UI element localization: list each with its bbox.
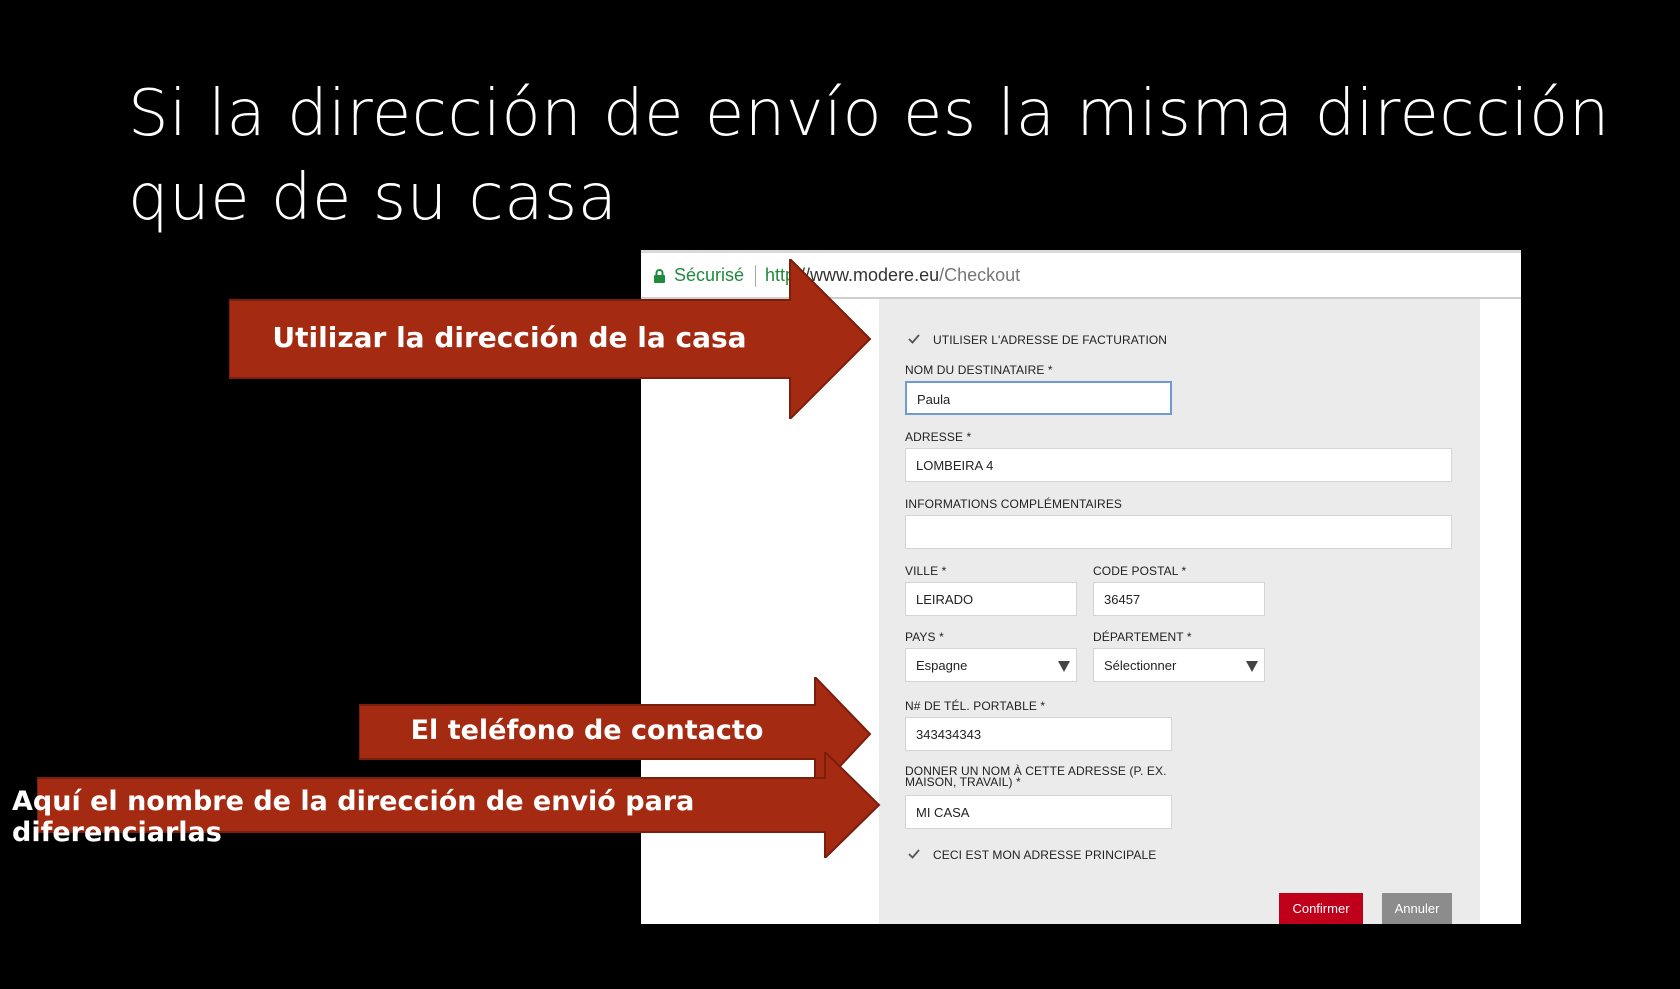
- callout-text-use-home-address: Utilizar la dirección de la casa: [272, 321, 747, 354]
- address-name-label: DONNER UN NOM À CETTE ADRESSE (P. EX. MA…: [905, 764, 1167, 789]
- zip-label: CODE POSTAL *: [1093, 564, 1187, 578]
- url-path: /Checkout: [939, 265, 1021, 285]
- callout-arrow-use-home-address: Utilizar la dirección de la casa: [229, 259, 872, 419]
- zip-input[interactable]: 36457: [1093, 582, 1265, 616]
- recipient-label: NOM DU DESTINATAIRE *: [905, 363, 1053, 377]
- department-label: DÉPARTEMENT *: [1093, 630, 1192, 644]
- checkmark-icon: [908, 849, 920, 859]
- slide-title-line-2: que de su casa: [128, 161, 618, 235]
- slide-title: Si la dirección de envío es la misma dir…: [128, 72, 1610, 240]
- recipient-input[interactable]: Paula: [905, 381, 1172, 415]
- address-name-input[interactable]: MI CASA: [905, 795, 1172, 829]
- confirm-button[interactable]: Confirmer: [1279, 893, 1363, 924]
- chevron-down-icon: [1058, 661, 1070, 672]
- checkmark-icon: [908, 334, 920, 344]
- main-address-checkbox[interactable]: [907, 847, 921, 861]
- extra-info-label: INFORMATIONS COMPLÉMENTAIRES: [905, 497, 1123, 511]
- country-select-value: Espagne: [916, 658, 968, 673]
- extra-info-input[interactable]: [905, 515, 1452, 549]
- slide-title-line-1: Si la dirección de envío es la misma dir…: [128, 77, 1610, 151]
- country-label: PAYS *: [905, 630, 944, 644]
- callout-text-address-name: Aquí el nombre de la dirección de envió …: [12, 786, 695, 848]
- cancel-button[interactable]: Annuler: [1382, 893, 1452, 924]
- address-input[interactable]: LOMBEIRA 4: [905, 448, 1452, 482]
- city-input[interactable]: LEIRADO: [905, 582, 1077, 616]
- address-label: ADRESSE *: [905, 430, 972, 444]
- shipping-address-form: UTILISER L'ADRESSE DE FACTURATION NOM DU…: [879, 299, 1480, 924]
- country-select[interactable]: Espagne: [905, 648, 1077, 682]
- main-address-label: CECI EST MON ADRESSE PRINCIPALE: [933, 848, 1157, 862]
- department-select-value: Sélectionner: [1104, 658, 1177, 673]
- callout-text-phone: El teléfono de contacto: [410, 715, 764, 746]
- page-right-margin: [1480, 299, 1521, 924]
- use-billing-label: UTILISER L'ADRESSE DE FACTURATION: [933, 333, 1168, 347]
- chevron-down-icon: [1246, 661, 1258, 672]
- city-label: VILLE *: [905, 564, 947, 578]
- phone-input[interactable]: 343434343: [905, 717, 1172, 751]
- department-select[interactable]: Sélectionner: [1093, 648, 1265, 682]
- phone-label: N# DE TÉL. PORTABLE *: [905, 699, 1046, 713]
- use-billing-checkbox[interactable]: [907, 332, 921, 346]
